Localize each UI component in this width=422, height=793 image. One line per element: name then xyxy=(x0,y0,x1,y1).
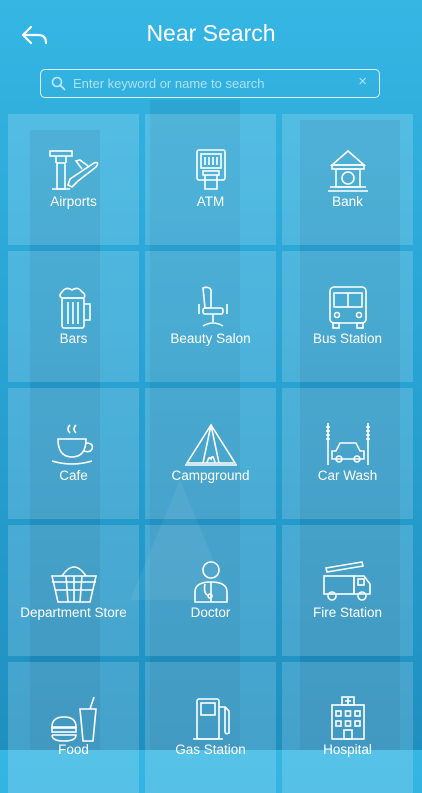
category-beauty-salon[interactable]: Beauty Salon xyxy=(145,251,276,382)
salon-chair-icon xyxy=(198,286,228,327)
search-icon xyxy=(51,76,66,91)
category-cafe[interactable]: Cafe xyxy=(8,388,139,519)
category-bus-station[interactable]: Bus Station xyxy=(282,251,413,382)
category-label: Cafe xyxy=(59,468,88,483)
category-label: Beauty Salon xyxy=(170,331,251,346)
category-car-wash[interactable]: Car Wash xyxy=(282,388,413,519)
airport-icon xyxy=(49,150,99,190)
category-label: Doctor xyxy=(190,605,231,620)
food-icon xyxy=(51,696,97,742)
car-wash-icon xyxy=(326,423,370,465)
category-label: ATM xyxy=(196,194,225,209)
category-bank[interactable]: Bank xyxy=(282,114,413,245)
search-input[interactable] xyxy=(73,70,343,96)
category-airports[interactable]: Airports xyxy=(8,114,139,245)
category-doctor[interactable]: Doctor xyxy=(145,525,276,656)
page-title: Near Search xyxy=(146,20,276,46)
basket-icon xyxy=(50,566,98,603)
hospital-icon xyxy=(331,696,365,740)
category-atm[interactable]: ATM xyxy=(145,114,276,245)
bank-icon xyxy=(328,149,368,192)
category-label: Bus Station xyxy=(312,331,383,346)
category-food[interactable]: Food xyxy=(8,662,139,793)
doctor-icon xyxy=(194,561,228,603)
category-label: Bank xyxy=(332,194,363,209)
search-bar[interactable]: × xyxy=(40,69,380,98)
beer-mug-icon xyxy=(59,287,91,329)
category-label: Car Wash xyxy=(317,468,378,483)
category-hospital[interactable]: Hospital xyxy=(282,662,413,793)
coffee-cup-icon xyxy=(51,424,94,465)
clear-icon[interactable]: × xyxy=(358,73,367,90)
category-label: Department Store xyxy=(20,605,127,620)
category-label: Airports xyxy=(50,194,97,209)
tent-icon xyxy=(185,423,237,466)
app-header: Near Search xyxy=(0,0,422,68)
category-fire-station[interactable]: Fire Station xyxy=(282,525,413,656)
atm-icon xyxy=(196,149,226,190)
category-label: Bars xyxy=(59,331,88,346)
category-label: Fire Station xyxy=(312,605,383,620)
fire-truck-icon xyxy=(323,561,371,601)
category-campground[interactable]: Campground xyxy=(145,388,276,519)
category-department-store[interactable]: Department Store xyxy=(8,525,139,656)
category-bars[interactable]: Bars xyxy=(8,251,139,382)
bus-icon xyxy=(329,286,367,329)
category-gas-station[interactable]: Gas Station xyxy=(145,662,276,793)
category-label: Campground xyxy=(171,468,250,483)
gas-pump-icon xyxy=(193,698,230,740)
